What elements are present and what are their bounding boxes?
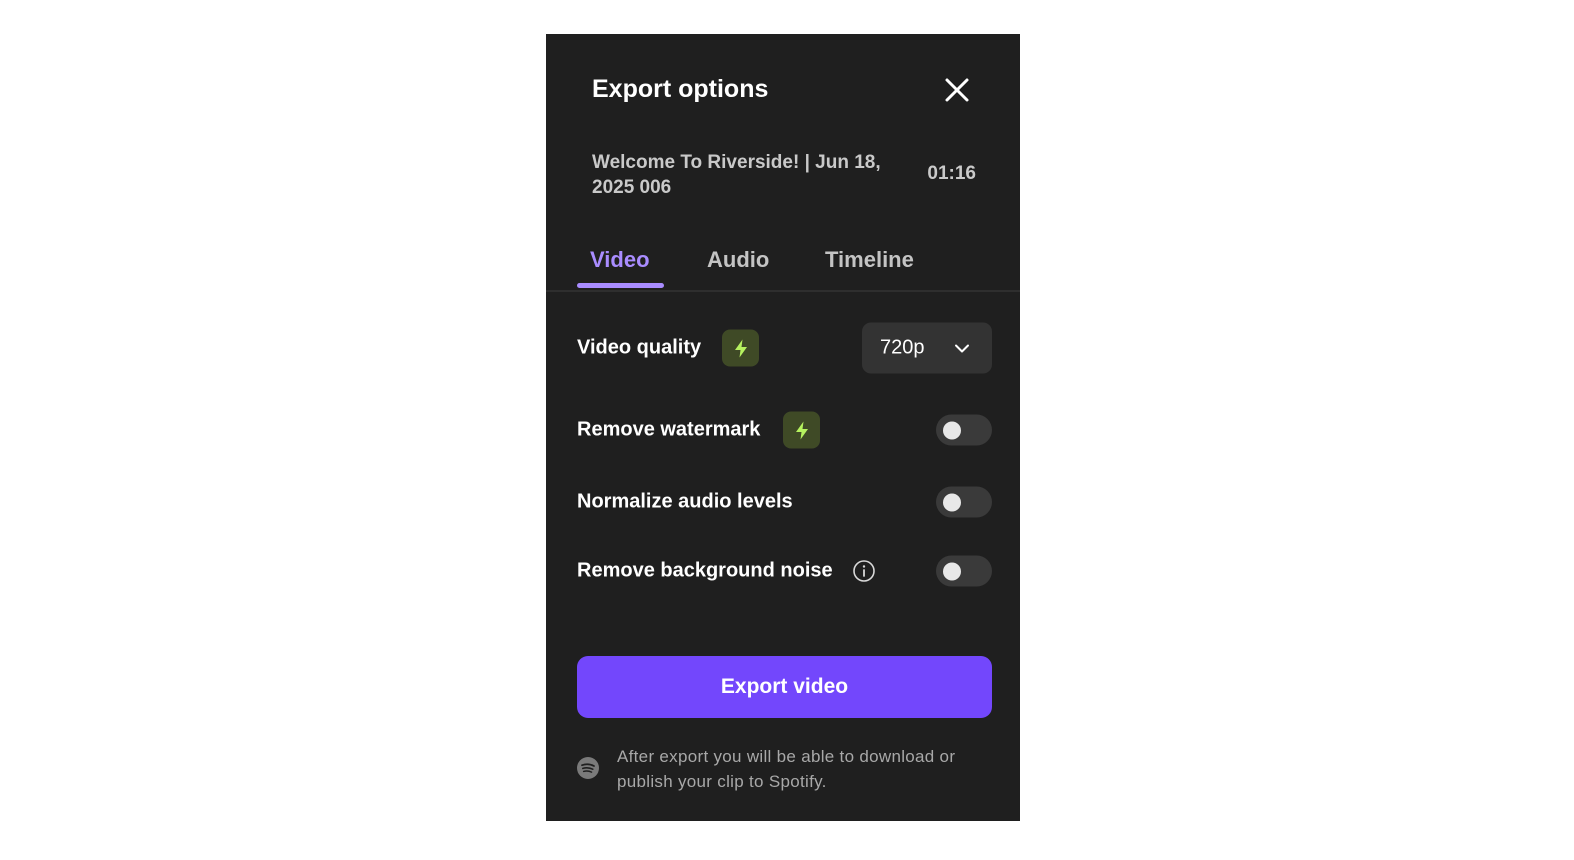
video-quality-premium-badge — [722, 329, 759, 367]
normalize-audio-row: Normalize audio levels — [577, 482, 992, 522]
tab-audio[interactable]: Audio — [707, 247, 769, 273]
remove-noise-label: Remove background noise — [577, 559, 833, 582]
remove-watermark-row: Remove watermark — [577, 410, 992, 450]
remove-watermark-toggle[interactable] — [936, 414, 992, 446]
export-options-dialog: Export options Welcome To Riverside! | J… — [546, 34, 1020, 821]
normalize-audio-label: Normalize audio levels — [577, 490, 793, 513]
close-icon — [945, 78, 969, 102]
tab-timeline[interactable]: Timeline — [825, 247, 914, 273]
normalize-audio-toggle[interactable] — [936, 486, 992, 518]
close-button[interactable] — [941, 74, 973, 106]
clip-name: Welcome To Riverside! | Jun 18, 2025 006 — [592, 152, 881, 198]
toggle-knob — [943, 562, 961, 581]
export-video-button[interactable]: Export video — [577, 656, 992, 718]
dialog-title: Export options — [592, 75, 769, 103]
remove-noise-row: Remove background noise — [577, 551, 992, 591]
video-quality-value: 720p — [880, 336, 925, 359]
active-tab-indicator — [577, 283, 664, 288]
tab-bar: Video Audio Timeline — [546, 244, 1020, 292]
info-icon[interactable] — [852, 559, 876, 583]
spotify-icon — [577, 757, 599, 779]
remove-noise-toggle[interactable] — [936, 555, 992, 587]
export-footer-note: After export you will be able to downloa… — [617, 747, 956, 791]
chevron-down-icon — [955, 344, 969, 353]
remove-watermark-premium-badge — [783, 411, 820, 449]
bolt-icon — [734, 339, 747, 357]
tab-video[interactable]: Video — [590, 247, 650, 273]
video-quality-row: Video quality 720p — [577, 322, 992, 374]
remove-watermark-label: Remove watermark — [577, 418, 761, 441]
toggle-knob — [943, 493, 961, 512]
clip-duration: 01:16 — [927, 163, 976, 184]
video-quality-label: Video quality — [577, 336, 702, 359]
toggle-knob — [943, 421, 961, 440]
bolt-icon — [795, 421, 808, 439]
video-quality-select[interactable]: 720p — [862, 322, 992, 374]
